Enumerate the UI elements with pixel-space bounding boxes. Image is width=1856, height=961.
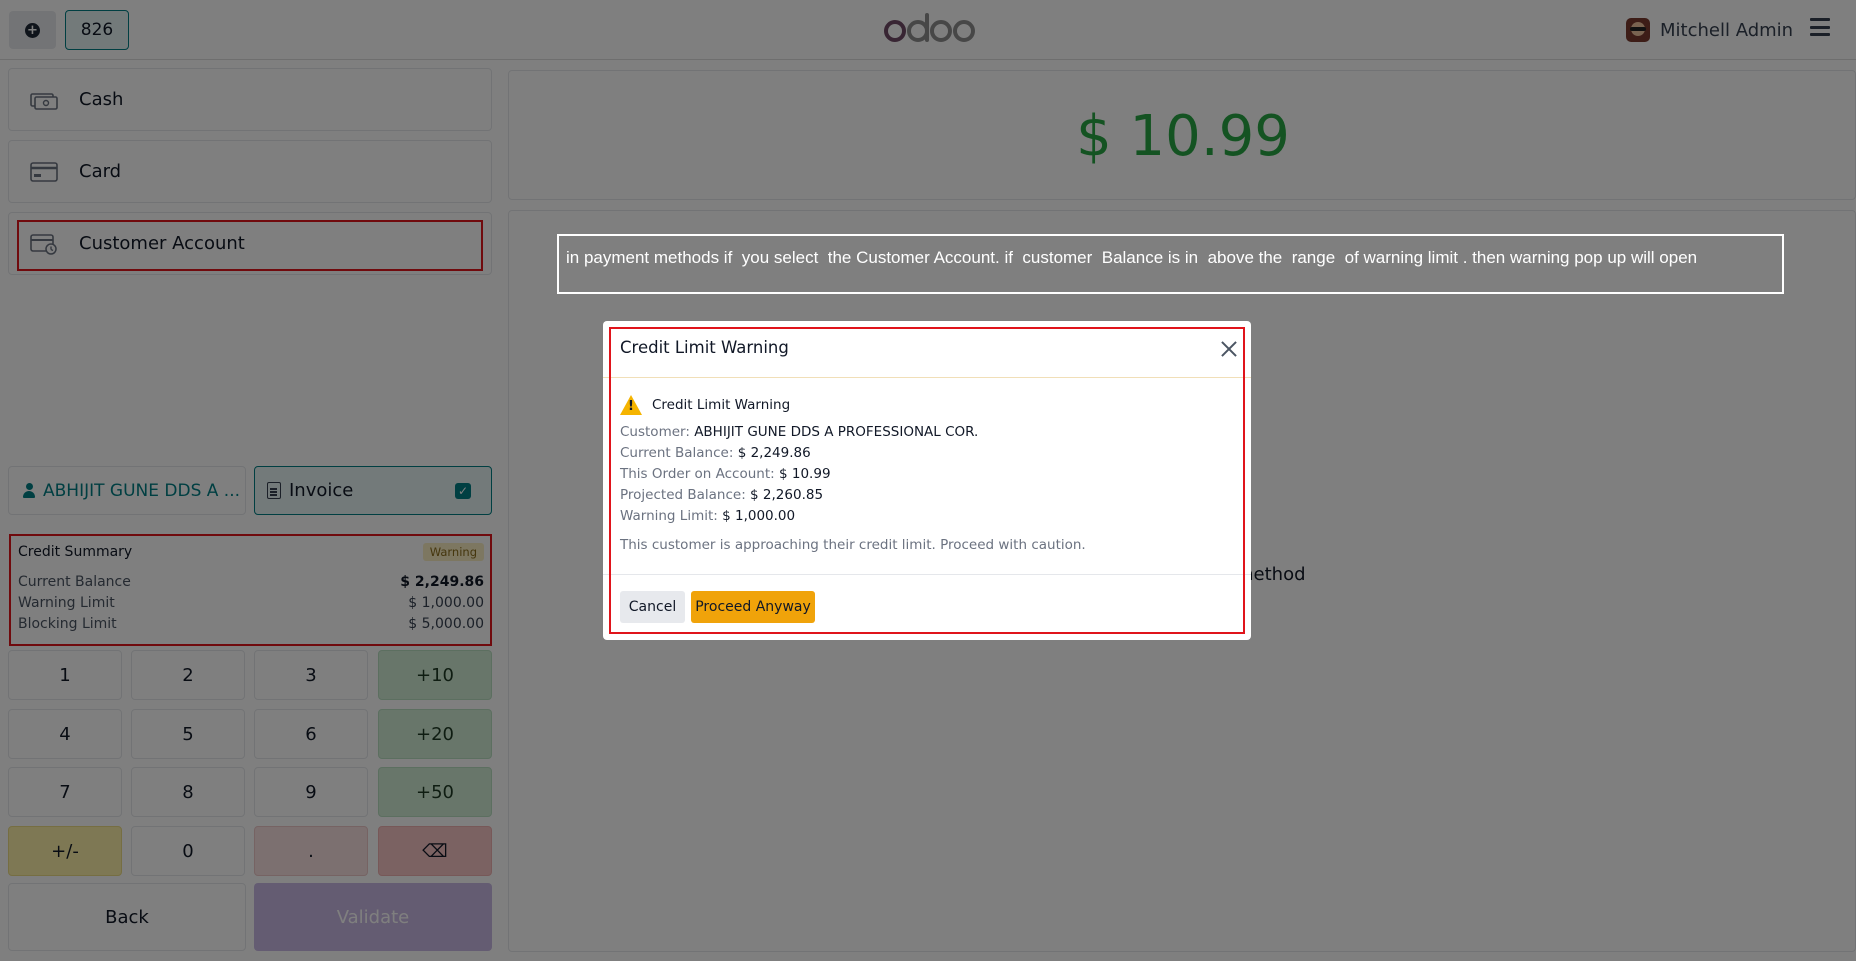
detail-value: $ 10.99 xyxy=(779,466,831,482)
detail-current-balance: Current Balance: $ 2,249.86 xyxy=(620,443,1230,464)
annotation-callout: in payment methods if you select the Cus… xyxy=(557,234,1784,294)
detail-value: ABHIJIT GUNE DDS A PROFESSIONAL COR. xyxy=(694,424,979,440)
warning-heading: Credit Limit Warning xyxy=(620,393,1230,417)
detail-label: Customer: xyxy=(620,424,690,440)
dialog-title: Credit Limit Warning xyxy=(620,338,789,357)
detail-label: Projected Balance: xyxy=(620,487,746,503)
warning-heading-text: Credit Limit Warning xyxy=(652,397,791,413)
detail-label: Current Balance: xyxy=(620,445,734,461)
dialog-footer: Cancel Proceed Anyway xyxy=(603,574,1251,640)
caution-message: This customer is approaching their credi… xyxy=(620,537,1086,553)
detail-customer: Customer: ABHIJIT GUNE DDS A PROFESSIONA… xyxy=(620,422,1230,443)
detail-projected-balance: Projected Balance: $ 2,260.85 xyxy=(620,485,1230,506)
detail-label: Warning Limit: xyxy=(620,508,718,524)
dialog-header: Credit Limit Warning xyxy=(603,321,1251,378)
detail-order-on-account: This Order on Account: $ 10.99 xyxy=(620,464,1230,485)
warning-icon xyxy=(620,395,642,415)
proceed-anyway-button[interactable]: Proceed Anyway xyxy=(691,591,815,623)
detail-warning-limit: Warning Limit: $ 1,000.00 xyxy=(620,506,1230,527)
detail-value: $ 2,249.86 xyxy=(737,445,811,461)
dialog-body: Credit Limit Warning Customer: ABHIJIT G… xyxy=(620,393,1230,556)
detail-value: $ 1,000.00 xyxy=(722,508,796,524)
detail-value: $ 2,260.85 xyxy=(750,487,824,503)
detail-label: This Order on Account: xyxy=(620,466,775,482)
cancel-button[interactable]: Cancel xyxy=(620,591,685,623)
credit-limit-warning-dialog: Credit Limit Warning Credit Limit Warnin… xyxy=(603,321,1251,640)
close-icon[interactable] xyxy=(1220,340,1238,358)
